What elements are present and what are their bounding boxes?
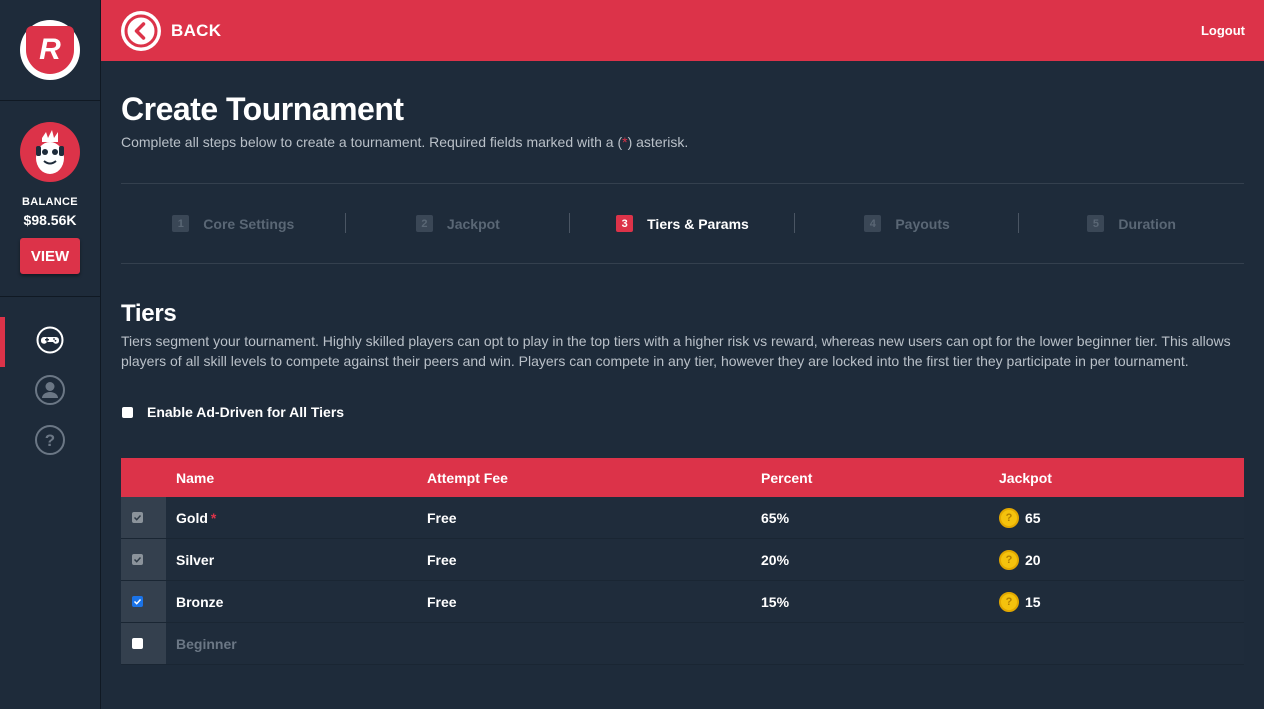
tier-fee: Free (427, 551, 457, 568)
page-title: Create Tournament (121, 91, 404, 127)
tier-name-text: Beginner (176, 635, 237, 652)
logo-mark: R (26, 26, 74, 74)
row-check-cell (121, 539, 166, 580)
tier-jackpot-value: 65 (1025, 509, 1041, 526)
step-tiers-params[interactable]: 3 Tiers & Params (570, 213, 795, 233)
tier-name-text: Gold (176, 509, 208, 526)
step-label: Core Settings (203, 215, 295, 232)
tier-jackpot-value: 20 (1025, 551, 1041, 568)
tier-fee: Free (427, 593, 457, 610)
balance-value: $98.56K (23, 212, 77, 228)
step-duration[interactable]: 5 Duration (1019, 215, 1244, 232)
header-name: Name (176, 469, 215, 486)
table-row: Beginner (121, 623, 1244, 665)
tiers-table: Name Attempt Fee Percent Jackpot Gold * F… (121, 458, 1244, 665)
header-percent: Percent (761, 469, 813, 486)
step-label: Payouts (895, 215, 950, 232)
step-number: 4 (864, 215, 882, 232)
step-number: 1 (172, 215, 190, 232)
header-fee: Attempt Fee (427, 469, 508, 486)
tier-name-text: Bronze (176, 593, 224, 610)
ad-driven-label: Enable Ad-Driven for All Tiers (147, 404, 345, 420)
table-row: Silver Free 20% ? 20 (121, 539, 1244, 581)
tier-jackpot: ? 20 (999, 549, 1244, 570)
tier-checkbox (131, 512, 143, 523)
subtitle-text-end: ) asterisk. (627, 134, 689, 150)
view-balance-button[interactable]: VIEW (20, 238, 80, 274)
tier-name: Silver (166, 552, 427, 568)
back-label: BACK (171, 20, 222, 40)
tier-jackpot: ? 15 (999, 591, 1244, 612)
tier-percent: 20% (761, 551, 790, 568)
tier-checkbox[interactable] (131, 638, 143, 649)
logout-link[interactable]: Logout (1201, 23, 1245, 38)
balance-label: BALANCE (22, 196, 78, 208)
table-row: Bronze Free 15% ? 15 (121, 581, 1244, 623)
svg-text:?: ? (45, 431, 55, 450)
coin-icon: ? (999, 507, 1019, 528)
row-check-cell (121, 623, 166, 664)
avatar[interactable] (20, 122, 80, 182)
nav-item-games[interactable] (0, 317, 100, 367)
tier-jackpot-value: 15 (1025, 593, 1041, 610)
table-row: Gold * Free 65% ? 65 (121, 497, 1244, 539)
sidebar: R BALANCE $98.56K VIEW ? (0, 0, 101, 709)
top-bar: BACK Logout (101, 0, 1264, 61)
app-logo[interactable]: R (20, 20, 80, 80)
row-check-cell (121, 581, 166, 622)
nav-item-help[interactable]: ? (0, 417, 100, 467)
tier-name-text: Silver (176, 551, 215, 568)
nav-item-profile[interactable] (0, 367, 100, 417)
main-content: Create Tournament Complete all steps bel… (121, 61, 1244, 665)
logo-area: R (0, 0, 100, 101)
tier-checkbox[interactable] (131, 596, 143, 607)
step-label: Jackpot (446, 215, 500, 232)
tier-percent: 15% (761, 593, 790, 610)
step-jackpot[interactable]: 2 Jackpot (346, 213, 571, 233)
tier-percent: 65% (761, 509, 790, 526)
tiers-heading: Tiers (121, 300, 177, 327)
tier-fee: Free (427, 509, 457, 526)
step-number: 5 (1087, 215, 1105, 232)
page-subtitle: Complete all steps below to create a tou… (121, 134, 1244, 150)
header-check-cell (121, 458, 166, 497)
ad-driven-option[interactable]: Enable Ad-Driven for All Tiers (121, 404, 1244, 420)
user-icon (35, 374, 65, 410)
tier-name: Beginner (166, 636, 427, 652)
step-core-settings[interactable]: 1 Core Settings (121, 213, 346, 233)
subtitle-text: Complete all steps below to create a tou… (121, 134, 623, 150)
step-wizard: 1 Core Settings 2 Jackpot 3 Tiers & Para… (121, 183, 1244, 264)
tiers-description: Tiers segment your tournament. Highly sk… (121, 333, 1231, 369)
header-jackpot: Jackpot (999, 469, 1052, 486)
step-label: Tiers & Params (647, 215, 749, 232)
gamepad-icon (36, 326, 64, 359)
required-asterisk: * (210, 509, 217, 526)
back-button[interactable]: BACK (121, 10, 222, 51)
step-payouts[interactable]: 4 Payouts (795, 213, 1020, 233)
sidebar-nav: ? (0, 297, 100, 467)
back-arrow-icon (121, 10, 161, 51)
help-icon: ? (35, 424, 65, 460)
tier-jackpot: ? 65 (999, 507, 1244, 528)
tier-name: Gold * (166, 510, 427, 526)
row-check-cell (121, 497, 166, 538)
ad-driven-checkbox[interactable] (122, 406, 133, 418)
profile-panel: BALANCE $98.56K VIEW (0, 101, 100, 297)
step-label: Duration (1118, 215, 1176, 232)
coin-icon: ? (999, 591, 1019, 612)
tier-checkbox (131, 554, 143, 565)
coin-icon: ? (999, 549, 1019, 570)
table-header: Name Attempt Fee Percent Jackpot (121, 458, 1244, 497)
step-number: 3 (616, 215, 634, 232)
tier-name: Bronze (166, 594, 427, 610)
step-number: 2 (415, 215, 433, 232)
